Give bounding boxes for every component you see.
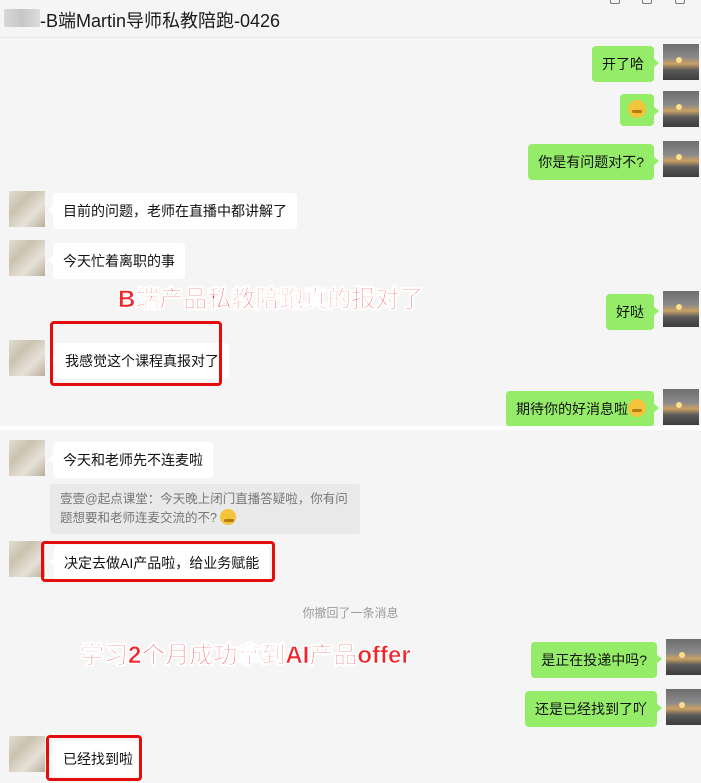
message-bubble-self[interactable]: 还是已经找到了吖	[525, 691, 662, 727]
message-bubble-self[interactable]: 是正在投递中吗?	[531, 642, 662, 678]
message-bubble-other[interactable]: 目前的问题，老师在直播中都讲解了	[48, 193, 297, 229]
screenshot-divider	[0, 426, 701, 430]
message-bubble-self[interactable]: 开了哈	[592, 46, 659, 82]
message-bubble-self[interactable]: 好哒	[606, 294, 659, 330]
promo-annotation-top: B端产品私教陪跑真的报对了	[118, 286, 424, 314]
contact-avatar[interactable]	[9, 340, 45, 376]
emoji-smile-icon	[220, 509, 237, 525]
message-bubble-other[interactable]: 今天和老师先不连麦啦	[48, 442, 213, 478]
self-avatar[interactable]	[663, 44, 699, 80]
highlight-box	[41, 541, 275, 582]
blurred-title-prefix	[4, 9, 40, 27]
self-avatar[interactable]	[663, 141, 699, 177]
contact-avatar[interactable]	[9, 736, 45, 772]
message-bubble-self[interactable]: 期待你的好消息啦	[506, 391, 659, 427]
self-avatar[interactable]	[663, 91, 699, 127]
emoji-smile-icon	[628, 399, 646, 417]
message-bubble-self[interactable]: 你是有问题对不?	[528, 144, 659, 180]
quoted-message[interactable]: 壹壹@起点课堂：今天晚上闭门直播答疑啦，你有问题想要和老师连麦交流的不?	[50, 484, 360, 534]
highlight-box	[50, 321, 222, 386]
quoted-text: 壹壹@起点课堂：今天晚上闭门直播答疑啦，你有问题想要和老师连麦交流的不?	[60, 492, 348, 525]
chat-header: -B端Martin导师私教陪跑-0426	[0, 0, 701, 38]
self-avatar[interactable]	[663, 389, 699, 425]
contact-avatar[interactable]	[9, 541, 45, 577]
message-text: 期待你的好消息啦	[516, 401, 628, 417]
minimize-icon[interactable]	[642, 0, 652, 4]
highlight-box	[46, 735, 142, 781]
contact-avatar[interactable]	[9, 440, 45, 476]
contact-avatar[interactable]	[9, 240, 45, 276]
emoji-sticker-icon	[628, 100, 646, 118]
message-bubble-self[interactable]	[620, 94, 659, 126]
pin-icon[interactable]	[610, 0, 620, 4]
promo-annotation-bottom: 学习2个月成功拿到AI产品offer	[80, 642, 411, 670]
contact-avatar[interactable]	[9, 191, 45, 227]
recall-notice: 你撤回了一条消息	[302, 606, 399, 620]
self-avatar[interactable]	[663, 291, 699, 327]
chat-title: -B端Martin导师私教陪跑-0426	[40, 11, 281, 31]
maximize-icon[interactable]	[675, 0, 685, 4]
self-avatar[interactable]	[666, 689, 701, 725]
message-bubble-other[interactable]: 今天忙着离职的事	[48, 243, 185, 279]
self-avatar[interactable]	[666, 639, 701, 675]
